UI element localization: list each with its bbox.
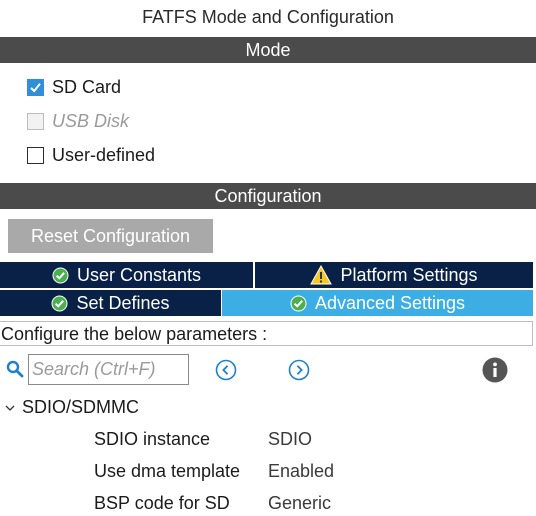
tab-user-constants[interactable]: User Constants: [0, 262, 253, 288]
chevron-right-circle-icon: [288, 359, 310, 381]
search-icon: [6, 360, 24, 383]
usb-disk-label: USB Disk: [52, 110, 130, 131]
info-button[interactable]: [482, 357, 508, 388]
sd-card-option[interactable]: SD Card: [27, 76, 121, 98]
user-defined-option[interactable]: User-defined: [27, 144, 155, 166]
mode-section-header: Mode: [0, 37, 536, 63]
search-input[interactable]: [28, 354, 189, 385]
check-circle-icon: [51, 295, 68, 312]
param-name[interactable]: BSP code for SD: [94, 493, 230, 514]
param-value[interactable]: Enabled: [268, 461, 334, 482]
tab-advanced-settings[interactable]: Advanced Settings: [222, 290, 533, 316]
usb-disk-option: USB Disk: [27, 110, 129, 132]
tab-platform-settings[interactable]: Platform Settings: [255, 262, 533, 288]
tab-platform-settings-label: Platform Settings: [340, 264, 478, 285]
search-previous-button[interactable]: [215, 359, 237, 386]
sdio-sdmmc-group[interactable]: SDIO/SDMMC: [4, 397, 139, 418]
chevron-left-circle-icon: [215, 359, 237, 381]
warning-icon: [310, 265, 333, 285]
checkmark-icon: [30, 82, 41, 92]
check-circle-icon: [52, 267, 69, 284]
panel-title: FATFS Mode and Configuration: [142, 7, 394, 27]
info-icon: [482, 357, 508, 383]
configuration-section-header: Configuration: [0, 183, 536, 209]
param-value[interactable]: Generic: [268, 493, 331, 514]
tab-advanced-settings-label: Advanced Settings: [314, 292, 466, 313]
group-label: SDIO/SDMMC: [22, 397, 139, 417]
usb-disk-checkbox: [27, 112, 44, 130]
parameters-list: SDIO instance SDIO Use dma template Enab…: [0, 428, 536, 516]
sd-card-checkbox[interactable]: [27, 78, 44, 96]
reset-configuration-button[interactable]: Reset Configuration: [8, 219, 213, 253]
check-circle-icon: [290, 295, 307, 312]
tab-set-defines-label: Set Defines: [76, 292, 170, 313]
param-name[interactable]: Use dma template: [94, 461, 240, 482]
search-next-button[interactable]: [288, 359, 310, 386]
param-name[interactable]: SDIO instance: [94, 429, 210, 450]
user-defined-label: User-defined: [52, 144, 156, 165]
param-value[interactable]: SDIO: [268, 429, 312, 450]
tab-set-defines[interactable]: Set Defines: [0, 290, 221, 316]
user-defined-checkbox[interactable]: [27, 146, 44, 164]
sd-card-label: SD Card: [52, 76, 122, 97]
parameters-hint: Configure the below parameters :: [0, 321, 533, 346]
chevron-down-icon: [4, 403, 16, 413]
tab-user-constants-label: User Constants: [76, 264, 202, 285]
